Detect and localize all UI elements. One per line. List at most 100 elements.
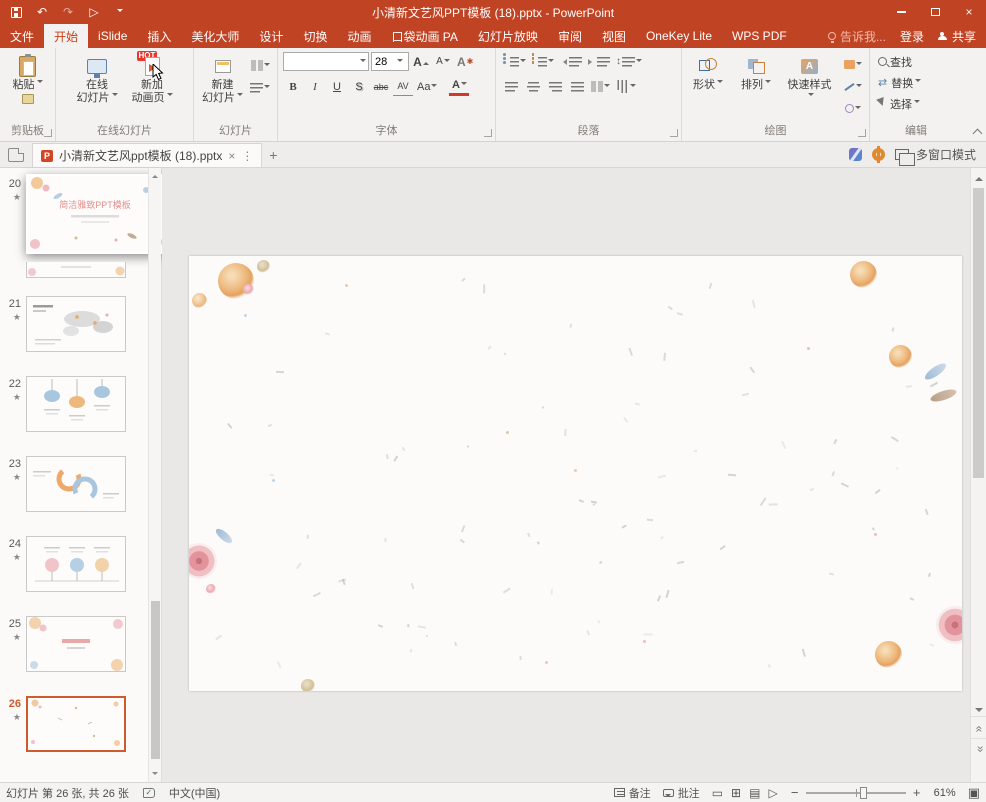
change-case-button[interactable]: Aa [415,77,439,96]
paragraph-dialog-launcher[interactable] [670,129,678,137]
slide-thumbnail-21[interactable]: 21 ★ [0,296,126,352]
sign-in-button[interactable]: 登录 [900,28,924,45]
tab-meihuadashi[interactable]: 美化大师 [181,24,249,48]
language-indicator[interactable]: 中文(中国) [169,785,220,801]
tab-onekey[interactable]: OneKey Lite [636,24,722,48]
slide-layout-button[interactable] [248,56,272,75]
clear-formatting-button[interactable]: A✱ [455,52,475,71]
slide-canvas[interactable] [189,256,962,691]
close-tab-button[interactable]: × [228,149,235,163]
slide-20-preview[interactable]: 简洁雅致PPT模板 [26,174,164,254]
scrollbar-thumb[interactable] [973,188,984,478]
justify-button[interactable] [567,77,587,96]
quick-styles-button[interactable]: A 快速样式 [783,52,836,107]
tab-islide[interactable]: iSlide [88,24,137,48]
arrange-button[interactable]: 排列 [735,52,777,94]
italic-button[interactable]: I [305,77,325,96]
multi-window-mode-button[interactable]: 多窗口模式 [895,146,976,163]
thumbnail-scrollbar[interactable] [148,168,161,782]
share-button[interactable]: 共享 [938,28,976,45]
bold-button[interactable]: B [283,77,303,96]
comments-toggle[interactable]: 批注 [663,785,700,801]
minimize-button[interactable] [884,0,918,24]
tab-slideshow[interactable]: 幻灯片放映 [468,24,548,48]
scroll-down-arrow-icon[interactable] [152,772,158,778]
shrink-font-button[interactable]: A [433,52,453,71]
customize-qat-button[interactable] [112,4,128,20]
zoom-slider-knob[interactable] [860,787,867,799]
shape-effects-button[interactable] [842,99,864,118]
slide-thumbnail-26-selected[interactable]: 26 ★ [0,696,126,752]
decrease-indent-button[interactable] [558,52,584,71]
bullets-button[interactable] [501,52,528,71]
line-spacing-button[interactable]: ↕ [614,52,644,71]
tab-menu-button[interactable]: ⋮ [241,149,253,163]
next-slide-button[interactable]: « [971,738,986,760]
slide-thumbnail-25[interactable]: 25 ★ [0,616,126,672]
maximize-button[interactable] [918,0,952,24]
collapse-ribbon-button[interactable] [973,129,983,139]
paste-button[interactable]: 粘贴 [7,52,49,106]
tab-transitions[interactable]: 切换 [293,24,337,48]
zoom-in-button[interactable]: + [912,785,922,800]
drawing-dialog-launcher[interactable] [858,129,866,137]
columns-button[interactable] [589,77,612,96]
tab-design[interactable]: 设计 [249,24,293,48]
previous-slide-button[interactable]: « [971,716,986,738]
reading-view-button[interactable]: ▤ [749,786,760,800]
slide-thumbnail-22[interactable]: 22 ★ [0,376,126,432]
font-dialog-launcher[interactable] [484,129,492,137]
new-slide-button[interactable]: 新建 幻灯片 [199,52,246,107]
align-center-button[interactable] [523,77,543,96]
tab-view[interactable]: 视图 [592,24,636,48]
align-left-button[interactable] [501,77,521,96]
font-color-button[interactable]: A [449,77,469,96]
increase-indent-button[interactable] [586,52,612,71]
shapes-button[interactable]: 形状 [687,52,729,94]
select-button[interactable]: 选择 [875,94,957,113]
new-tab-button[interactable]: + [262,147,284,167]
text-direction-button[interactable] [614,77,638,96]
font-name-combo[interactable] [283,52,369,71]
tab-file[interactable]: 文件 [0,24,44,48]
normal-view-button[interactable]: ▭ [712,786,723,800]
shape-fill-button[interactable] [842,55,864,74]
scrollbar-thumb[interactable] [151,601,160,759]
save-button[interactable] [8,4,24,20]
format-painter-icon[interactable] [22,94,34,104]
undo-button[interactable]: ↶ [34,4,50,20]
online-slide-button[interactable]: 在线 幻灯片 [74,52,121,107]
spell-check-icon[interactable]: ✓ [143,788,155,798]
tab-insert[interactable]: 插入 [137,24,181,48]
find-button[interactable]: 查找 [875,52,957,71]
strikethrough-button[interactable]: abc [371,77,391,96]
tab-pocket-animation[interactable]: 口袋动画 PA [381,24,467,48]
text-shadow-button[interactable]: S [349,77,369,96]
scroll-down-arrow-icon[interactable] [975,708,983,716]
scroll-up-arrow-icon[interactable] [975,173,983,181]
settings-gear-icon[interactable] [872,148,885,161]
grow-font-button[interactable]: A [411,52,431,71]
scroll-up-arrow-icon[interactable] [152,172,158,178]
tab-review[interactable]: 审阅 [548,24,592,48]
font-size-combo[interactable] [371,52,409,71]
redo-button[interactable]: ↷ [60,4,76,20]
fit-to-window-button[interactable]: ▣ [968,785,980,801]
slide-editing-area[interactable] [162,168,970,782]
zoom-out-button[interactable]: − [790,785,800,800]
document-list-icon[interactable] [8,148,24,162]
underline-button[interactable]: U [327,77,347,96]
start-slideshow-button[interactable]: ▷ [86,4,102,20]
align-right-button[interactable] [545,77,565,96]
slide-thumbnail-24[interactable]: 24 ★ [0,536,126,592]
occluded-thumbnail[interactable] [26,262,126,278]
tell-me-box[interactable]: 告诉我... [828,28,886,45]
reset-slide-button[interactable] [248,78,272,97]
close-button[interactable]: × [952,0,986,24]
slide-sorter-view-button[interactable]: ⊞ [731,786,741,800]
font-name-input[interactable] [287,56,360,68]
character-spacing-button[interactable]: AV [393,77,413,96]
replace-button[interactable]: ⇄替换 [875,73,957,92]
document-tab[interactable]: P 小清新文艺风ppt模板 (18).pptx × ⋮ [32,143,262,167]
clipboard-dialog-launcher[interactable] [44,129,52,137]
